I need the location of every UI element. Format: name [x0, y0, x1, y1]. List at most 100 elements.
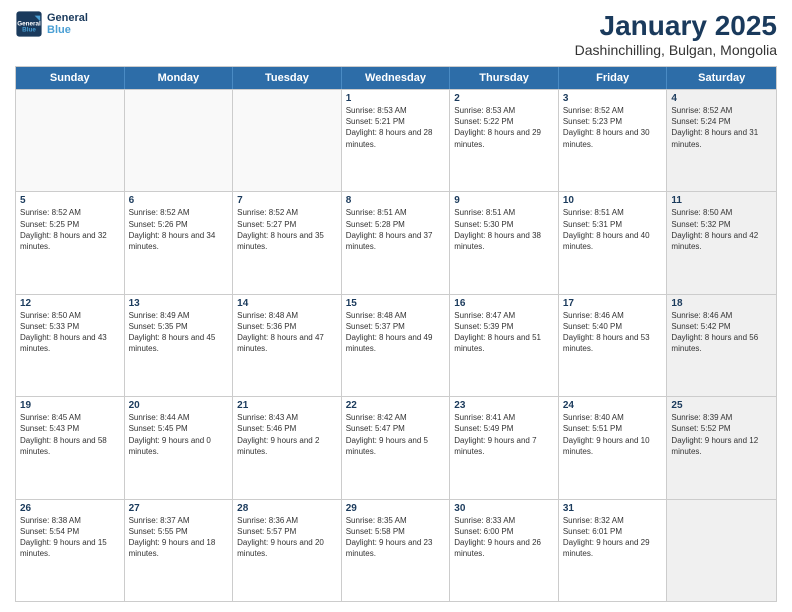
day-number: 2	[454, 93, 554, 104]
calendar-cell: 8Sunrise: 8:51 AMSunset: 5:28 PMDaylight…	[342, 192, 451, 293]
day-number: 12	[20, 298, 120, 309]
calendar-cell: 27Sunrise: 8:37 AMSunset: 5:55 PMDayligh…	[125, 500, 234, 601]
day-number: 26	[20, 503, 120, 514]
calendar-week: 19Sunrise: 8:45 AMSunset: 5:43 PMDayligh…	[16, 396, 776, 498]
day-number: 8	[346, 195, 446, 206]
page-title: January 2025	[575, 10, 777, 42]
calendar-cell: 16Sunrise: 8:47 AMSunset: 5:39 PMDayligh…	[450, 295, 559, 396]
cell-info: Sunrise: 8:52 AMSunset: 5:26 PMDaylight:…	[129, 207, 229, 252]
day-number: 6	[129, 195, 229, 206]
cell-info: Sunrise: 8:52 AMSunset: 5:23 PMDaylight:…	[563, 105, 663, 150]
day-number: 3	[563, 93, 663, 104]
calendar-cell: 25Sunrise: 8:39 AMSunset: 5:52 PMDayligh…	[667, 397, 776, 498]
day-number: 30	[454, 503, 554, 514]
calendar-cell: 17Sunrise: 8:46 AMSunset: 5:40 PMDayligh…	[559, 295, 668, 396]
calendar-cell	[667, 500, 776, 601]
cell-info: Sunrise: 8:39 AMSunset: 5:52 PMDaylight:…	[671, 412, 772, 457]
day-number: 13	[129, 298, 229, 309]
day-number: 11	[671, 195, 772, 206]
day-number: 31	[563, 503, 663, 514]
day-number: 19	[20, 400, 120, 411]
day-number: 16	[454, 298, 554, 309]
day-number: 27	[129, 503, 229, 514]
calendar-cell: 2Sunrise: 8:53 AMSunset: 5:22 PMDaylight…	[450, 90, 559, 191]
calendar-cell	[125, 90, 234, 191]
cell-info: Sunrise: 8:33 AMSunset: 6:00 PMDaylight:…	[454, 515, 554, 560]
cell-info: Sunrise: 8:51 AMSunset: 5:31 PMDaylight:…	[563, 207, 663, 252]
day-number: 15	[346, 298, 446, 309]
calendar-cell: 14Sunrise: 8:48 AMSunset: 5:36 PMDayligh…	[233, 295, 342, 396]
cell-info: Sunrise: 8:45 AMSunset: 5:43 PMDaylight:…	[20, 412, 120, 457]
calendar-cell: 28Sunrise: 8:36 AMSunset: 5:57 PMDayligh…	[233, 500, 342, 601]
calendar-header-cell: Thursday	[450, 67, 559, 89]
cell-info: Sunrise: 8:46 AMSunset: 5:40 PMDaylight:…	[563, 310, 663, 355]
calendar-week: 5Sunrise: 8:52 AMSunset: 5:25 PMDaylight…	[16, 191, 776, 293]
cell-info: Sunrise: 8:52 AMSunset: 5:25 PMDaylight:…	[20, 207, 120, 252]
day-number: 4	[671, 93, 772, 104]
day-number: 25	[671, 400, 772, 411]
calendar-cell: 30Sunrise: 8:33 AMSunset: 6:00 PMDayligh…	[450, 500, 559, 601]
cell-info: Sunrise: 8:38 AMSunset: 5:54 PMDaylight:…	[20, 515, 120, 560]
calendar-cell: 10Sunrise: 8:51 AMSunset: 5:31 PMDayligh…	[559, 192, 668, 293]
cell-info: Sunrise: 8:36 AMSunset: 5:57 PMDaylight:…	[237, 515, 337, 560]
title-block: January 2025 Dashinchilling, Bulgan, Mon…	[575, 10, 777, 58]
page-subtitle: Dashinchilling, Bulgan, Mongolia	[575, 42, 777, 58]
cell-info: Sunrise: 8:51 AMSunset: 5:30 PMDaylight:…	[454, 207, 554, 252]
cell-info: Sunrise: 8:47 AMSunset: 5:39 PMDaylight:…	[454, 310, 554, 355]
day-number: 21	[237, 400, 337, 411]
calendar-header-cell: Friday	[559, 67, 668, 89]
day-number: 7	[237, 195, 337, 206]
cell-info: Sunrise: 8:50 AMSunset: 5:32 PMDaylight:…	[671, 207, 772, 252]
day-number: 29	[346, 503, 446, 514]
day-number: 24	[563, 400, 663, 411]
cell-info: Sunrise: 8:41 AMSunset: 5:49 PMDaylight:…	[454, 412, 554, 457]
cell-info: Sunrise: 8:35 AMSunset: 5:58 PMDaylight:…	[346, 515, 446, 560]
calendar-cell: 23Sunrise: 8:41 AMSunset: 5:49 PMDayligh…	[450, 397, 559, 498]
day-number: 14	[237, 298, 337, 309]
calendar-cell: 15Sunrise: 8:48 AMSunset: 5:37 PMDayligh…	[342, 295, 451, 396]
calendar-cell	[16, 90, 125, 191]
cell-info: Sunrise: 8:42 AMSunset: 5:47 PMDaylight:…	[346, 412, 446, 457]
logo-text: General Blue	[47, 12, 88, 36]
cell-info: Sunrise: 8:48 AMSunset: 5:36 PMDaylight:…	[237, 310, 337, 355]
calendar-header-cell: Wednesday	[342, 67, 451, 89]
cell-info: Sunrise: 8:32 AMSunset: 6:01 PMDaylight:…	[563, 515, 663, 560]
cell-info: Sunrise: 8:43 AMSunset: 5:46 PMDaylight:…	[237, 412, 337, 457]
day-number: 18	[671, 298, 772, 309]
cell-info: Sunrise: 8:49 AMSunset: 5:35 PMDaylight:…	[129, 310, 229, 355]
cell-info: Sunrise: 8:53 AMSunset: 5:22 PMDaylight:…	[454, 105, 554, 150]
calendar-cell: 22Sunrise: 8:42 AMSunset: 5:47 PMDayligh…	[342, 397, 451, 498]
calendar-cell: 4Sunrise: 8:52 AMSunset: 5:24 PMDaylight…	[667, 90, 776, 191]
logo: General Blue General Blue	[15, 10, 88, 38]
day-number: 9	[454, 195, 554, 206]
calendar-cell: 12Sunrise: 8:50 AMSunset: 5:33 PMDayligh…	[16, 295, 125, 396]
header: General Blue General Blue January 2025 D…	[15, 10, 777, 58]
cell-info: Sunrise: 8:37 AMSunset: 5:55 PMDaylight:…	[129, 515, 229, 560]
calendar-cell: 9Sunrise: 8:51 AMSunset: 5:30 PMDaylight…	[450, 192, 559, 293]
day-number: 5	[20, 195, 120, 206]
calendar-cell: 18Sunrise: 8:46 AMSunset: 5:42 PMDayligh…	[667, 295, 776, 396]
calendar-cell: 29Sunrise: 8:35 AMSunset: 5:58 PMDayligh…	[342, 500, 451, 601]
cell-info: Sunrise: 8:51 AMSunset: 5:28 PMDaylight:…	[346, 207, 446, 252]
svg-text:Blue: Blue	[22, 27, 36, 34]
calendar-cell: 11Sunrise: 8:50 AMSunset: 5:32 PMDayligh…	[667, 192, 776, 293]
calendar-cell: 31Sunrise: 8:32 AMSunset: 6:01 PMDayligh…	[559, 500, 668, 601]
page: General Blue General Blue January 2025 D…	[0, 0, 792, 612]
calendar-cell: 1Sunrise: 8:53 AMSunset: 5:21 PMDaylight…	[342, 90, 451, 191]
calendar-cell: 13Sunrise: 8:49 AMSunset: 5:35 PMDayligh…	[125, 295, 234, 396]
calendar-cell: 20Sunrise: 8:44 AMSunset: 5:45 PMDayligh…	[125, 397, 234, 498]
calendar-cell: 26Sunrise: 8:38 AMSunset: 5:54 PMDayligh…	[16, 500, 125, 601]
cell-info: Sunrise: 8:44 AMSunset: 5:45 PMDaylight:…	[129, 412, 229, 457]
calendar-cell: 7Sunrise: 8:52 AMSunset: 5:27 PMDaylight…	[233, 192, 342, 293]
cell-info: Sunrise: 8:53 AMSunset: 5:21 PMDaylight:…	[346, 105, 446, 150]
calendar-cell: 3Sunrise: 8:52 AMSunset: 5:23 PMDaylight…	[559, 90, 668, 191]
logo-icon: General Blue	[15, 10, 43, 38]
calendar-week: 12Sunrise: 8:50 AMSunset: 5:33 PMDayligh…	[16, 294, 776, 396]
calendar-header-cell: Saturday	[667, 67, 776, 89]
calendar-header-cell: Sunday	[16, 67, 125, 89]
calendar-cell: 24Sunrise: 8:40 AMSunset: 5:51 PMDayligh…	[559, 397, 668, 498]
calendar-week: 1Sunrise: 8:53 AMSunset: 5:21 PMDaylight…	[16, 89, 776, 191]
cell-info: Sunrise: 8:48 AMSunset: 5:37 PMDaylight:…	[346, 310, 446, 355]
day-number: 1	[346, 93, 446, 104]
day-number: 28	[237, 503, 337, 514]
